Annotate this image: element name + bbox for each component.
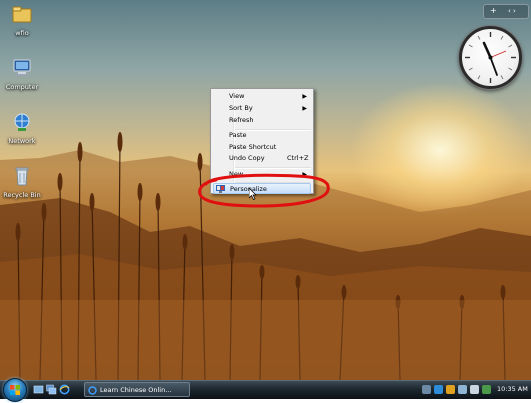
menu-item-label: Refresh <box>229 116 254 124</box>
folder-icon <box>12 6 32 23</box>
desktop-icon-label: wfio <box>15 29 29 37</box>
desktop-icon-label: Recycle Bin <box>3 191 41 199</box>
desktop-icon-recycle-bin[interactable]: Recycle Bin <box>0 166 44 199</box>
menu-item-paste[interactable]: Paste <box>213 130 311 141</box>
tray-expand-icon[interactable] <box>422 385 431 394</box>
desktop-icon-label: Computer <box>5 83 39 91</box>
computer-icon <box>13 59 31 76</box>
recycle-bin-icon <box>15 167 29 186</box>
menu-item-label: Paste <box>229 131 247 139</box>
menu-item-label: Paste Shortcut <box>229 143 277 151</box>
desktop-icon-folder[interactable]: wfio <box>0 4 44 37</box>
menu-item-sort-by[interactable]: Sort By ▶ <box>213 103 311 114</box>
submenu-arrow-icon: ▶ <box>302 93 307 100</box>
desktop-icon-computer[interactable]: Computer <box>0 58 44 91</box>
menu-item-shortcut: Ctrl+Z <box>287 154 309 162</box>
internet-explorer-icon <box>88 386 97 395</box>
gadget-nav-button[interactable]: ‹ › <box>508 6 516 16</box>
switch-windows-icon[interactable] <box>46 384 57 395</box>
add-gadget-button[interactable]: + <box>490 6 497 16</box>
system-tray: 10:35 AM <box>422 382 530 397</box>
menu-item-label: Sort By <box>229 104 253 112</box>
taskbar-button-learn-chinese[interactable]: Learn Chinese Onlin... <box>84 382 190 397</box>
security-shield-icon[interactable] <box>446 385 455 394</box>
menu-item-label: Undo Copy <box>229 154 265 162</box>
menu-item-undo-copy[interactable]: Undo Copy Ctrl+Z <box>213 153 311 164</box>
desktop-icon-label: Network <box>8 137 36 145</box>
menu-item-label: View <box>229 92 245 100</box>
submenu-arrow-icon: ▶ <box>302 105 307 112</box>
menu-item-view[interactable]: View ▶ <box>213 91 311 102</box>
show-desktop-icon[interactable] <box>33 384 44 395</box>
taskbar-button-label: Learn Chinese Onlin... <box>100 386 172 394</box>
internet-explorer-icon[interactable] <box>59 384 70 395</box>
menu-item-paste-shortcut[interactable]: Paste Shortcut <box>213 142 311 153</box>
power-icon[interactable] <box>482 385 491 394</box>
menu-item-refresh[interactable]: Refresh <box>213 115 311 126</box>
volume-icon[interactable] <box>470 385 479 394</box>
desktop-icon-network[interactable]: Network <box>0 112 44 145</box>
red-annotation-ellipse <box>198 173 330 208</box>
network-icon <box>14 113 30 131</box>
clock-face-icon <box>465 32 516 83</box>
clock-gadget[interactable] <box>459 26 522 89</box>
desktop[interactable]: wfio Computer Network Recycle Bin + ‹ › <box>0 0 531 380</box>
network-tray-icon[interactable] <box>458 385 467 394</box>
taskbar: Learn Chinese Onlin... 10:35 AM <box>0 378 531 402</box>
start-button[interactable] <box>3 378 27 402</box>
language-icon[interactable] <box>434 385 443 394</box>
taskbar-clock[interactable]: 10:35 AM <box>497 382 528 397</box>
mouse-cursor-icon <box>249 188 257 200</box>
sidebar-controls: + ‹ › <box>483 4 529 19</box>
